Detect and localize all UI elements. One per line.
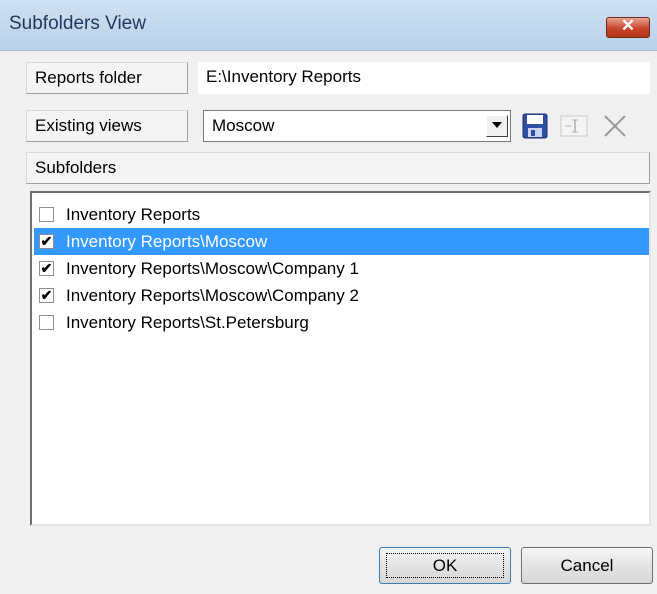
focus-rectangle — [386, 553, 504, 578]
list-item-label: Inventory Reports\Moscow\Company 2 — [66, 286, 359, 305]
delete-x-icon — [604, 115, 626, 137]
checkbox[interactable] — [39, 315, 54, 330]
list-item-label: Inventory Reports\Moscow — [66, 232, 268, 251]
checkbox[interactable]: ✔ — [39, 288, 54, 303]
list-item[interactable]: ✔ Inventory Reports\Moscow\Company 1 — [34, 255, 649, 282]
list-item-label: Inventory Reports — [66, 205, 201, 224]
save-view-button[interactable] — [517, 108, 553, 144]
list-item[interactable]: ✔ Inventory Reports\Moscow\Company 2 — [34, 282, 649, 309]
existing-views-dropdown[interactable]: Moscow — [203, 110, 511, 142]
cancel-button-label: Cancel — [560, 556, 614, 575]
list-item-label: Inventory Reports\Moscow\Company 1 — [66, 259, 359, 278]
list-item[interactable]: Inventory Reports — [34, 201, 649, 228]
checkbox[interactable]: ✔ — [39, 234, 54, 249]
reports-folder-value: E:\Inventory Reports — [198, 62, 650, 94]
close-icon: ✕ — [620, 16, 636, 35]
rename-view-button[interactable] — [556, 108, 592, 144]
window-title: Subfolders View — [9, 13, 146, 34]
check-icon: ✔ — [40, 233, 53, 249]
check-icon: ✔ — [40, 287, 53, 303]
check-icon: ✔ — [40, 260, 53, 276]
chevron-down-icon[interactable] — [486, 115, 508, 137]
checkbox[interactable] — [39, 207, 54, 222]
ok-button[interactable]: OK — [379, 547, 511, 584]
subfolders-view-dialog: Subfolders View ✕ Reports folder E:\Inve… — [0, 0, 657, 594]
existing-views-selected: Moscow — [212, 116, 275, 135]
checkbox[interactable]: ✔ — [39, 261, 54, 276]
list-item[interactable]: ✔ Inventory Reports\Moscow — [34, 228, 649, 255]
rename-icon — [560, 115, 588, 137]
list-item-label: Inventory Reports\St.Petersburg — [66, 313, 309, 332]
floppy-disk-icon — [522, 113, 548, 139]
close-button[interactable]: ✕ — [606, 16, 650, 38]
cancel-button[interactable]: Cancel — [521, 547, 653, 584]
reports-folder-label: Reports folder — [26, 62, 188, 94]
delete-view-button[interactable] — [597, 108, 633, 144]
title-bar[interactable]: Subfolders View ✕ — [0, 0, 657, 51]
subfolders-label: Subfolders — [26, 152, 650, 184]
list-item[interactable]: Inventory Reports\St.Petersburg — [34, 309, 649, 336]
subfolders-list[interactable]: Inventory Reports ✔ Inventory Reports\Mo… — [30, 191, 651, 526]
existing-views-label: Existing views — [26, 110, 188, 142]
